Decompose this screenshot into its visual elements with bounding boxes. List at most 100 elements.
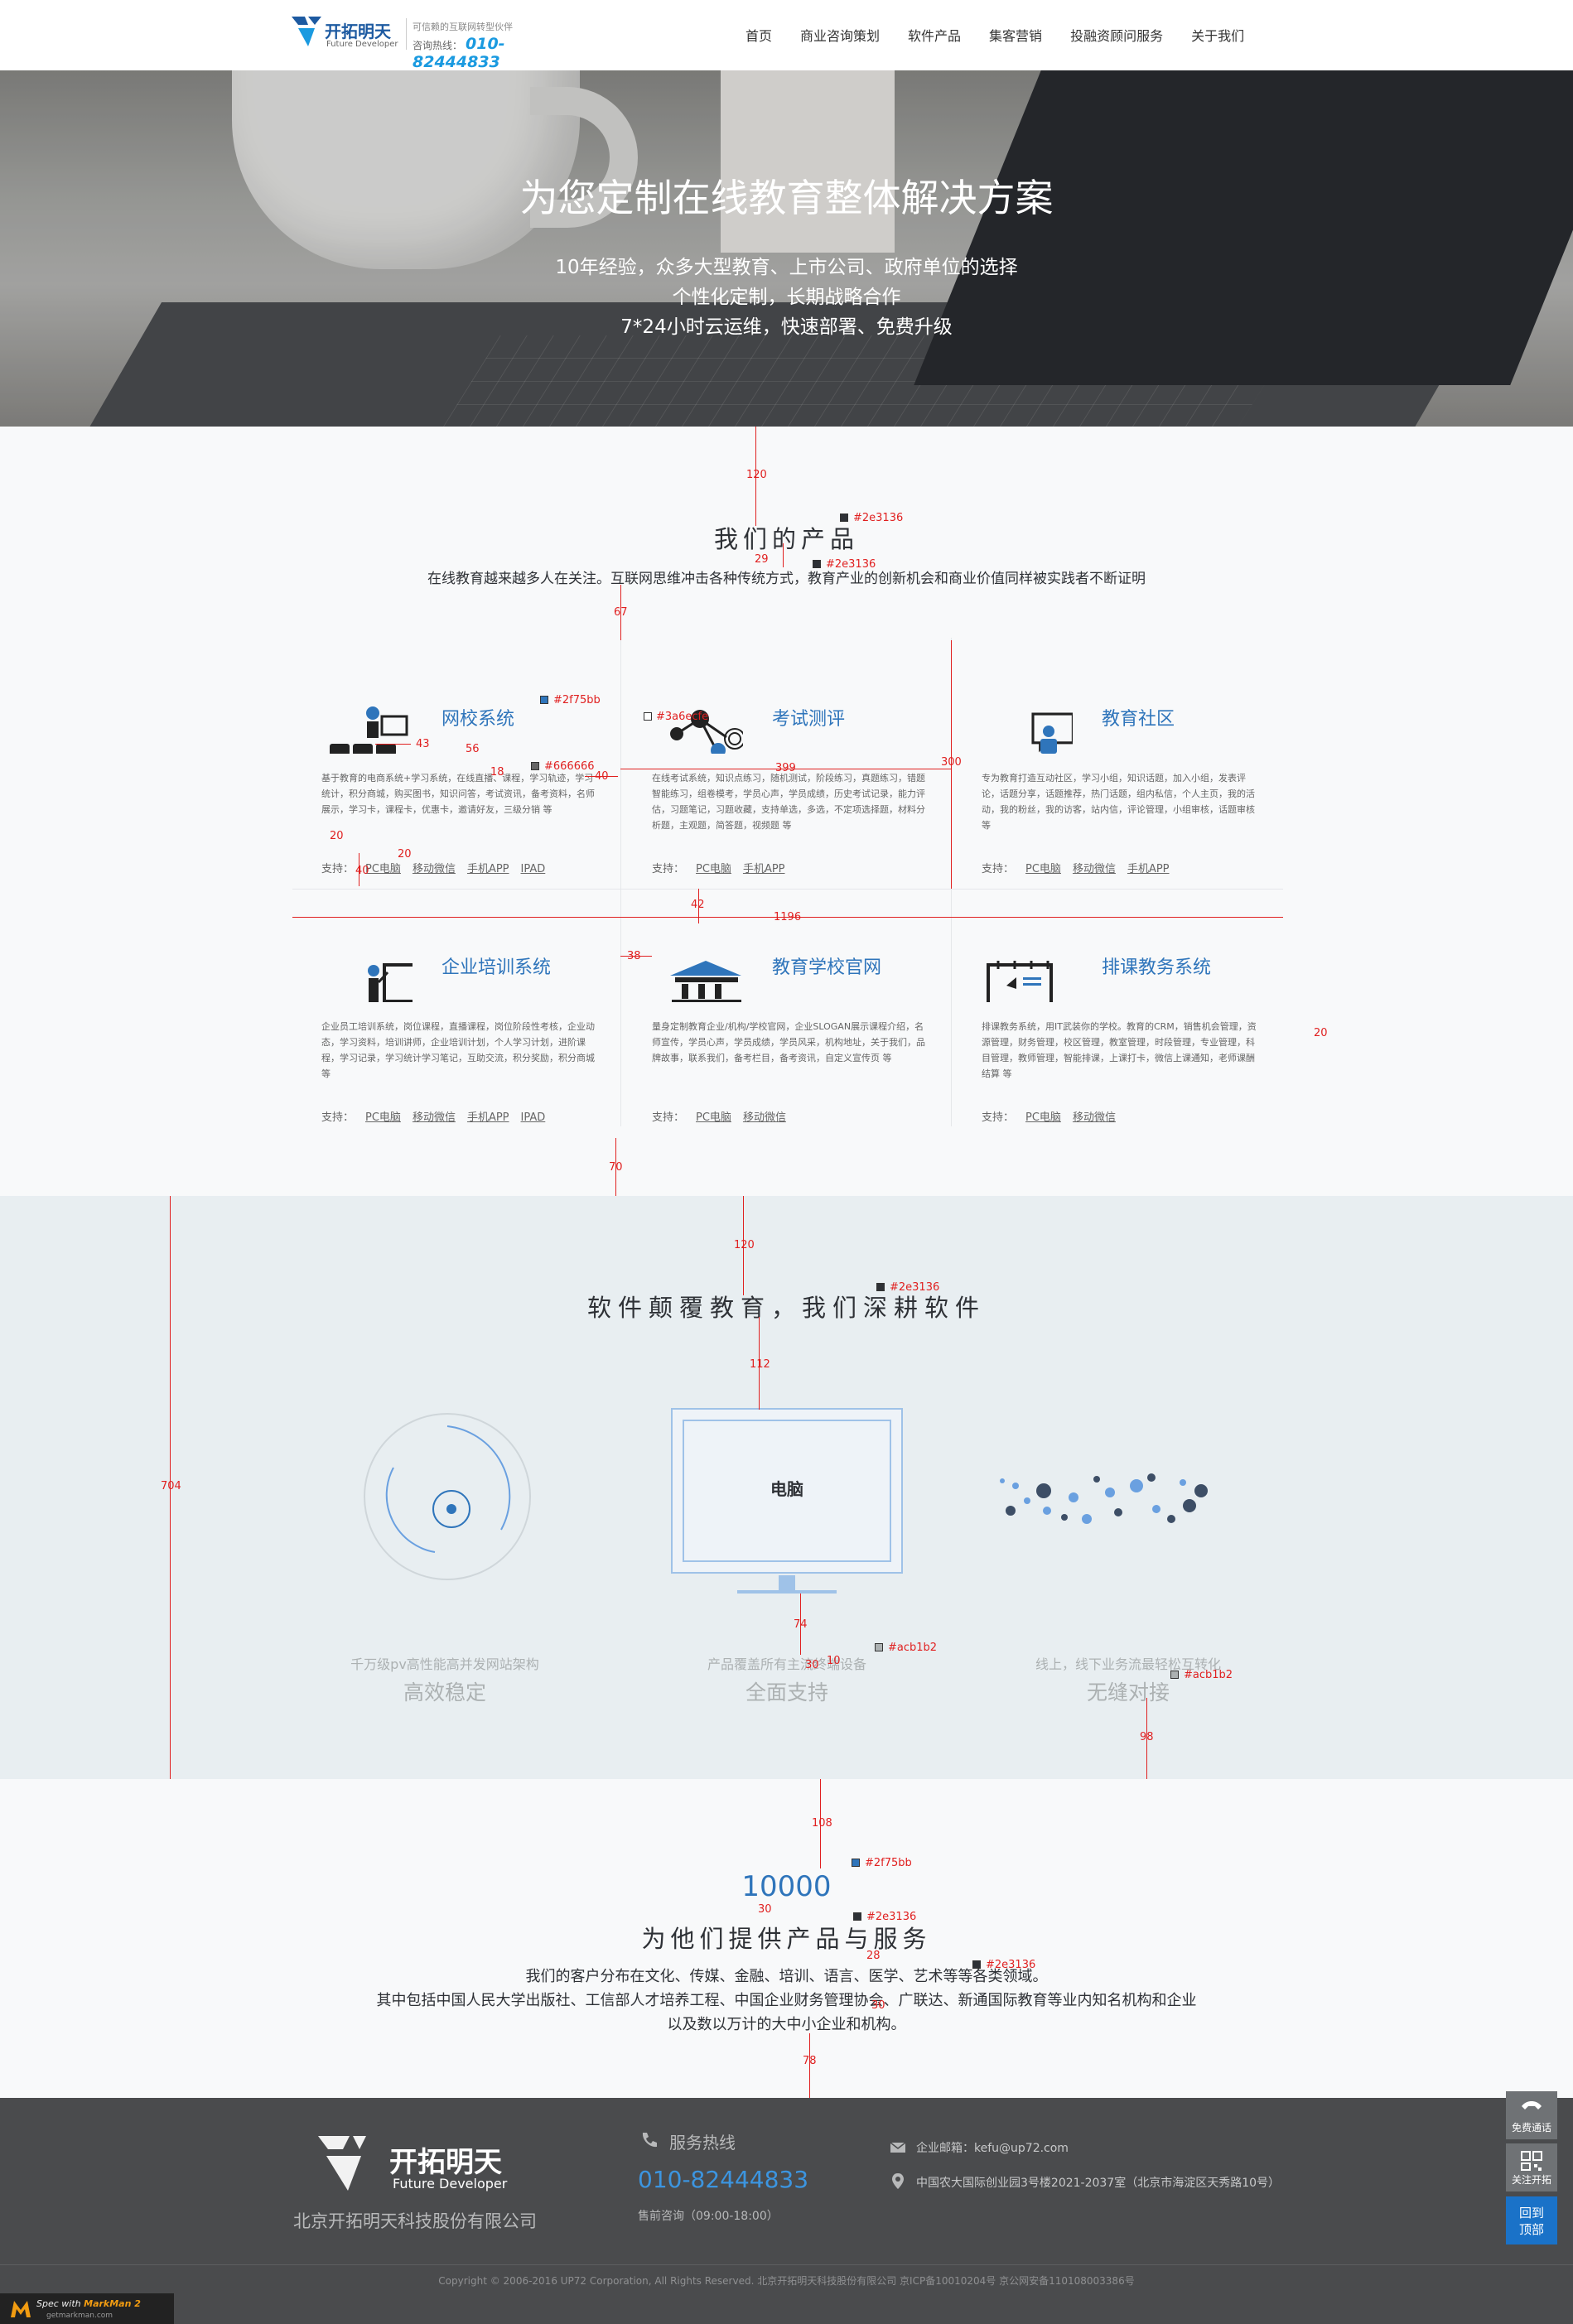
support-link[interactable]: IPAD: [521, 1111, 546, 1124]
monitor-label: 电脑: [770, 1479, 803, 1499]
markman-brand: MarkMan 2: [84, 2298, 141, 2309]
measure-label: 42: [691, 899, 705, 911]
support-link[interactable]: PC电脑: [1025, 1111, 1061, 1124]
nav-consulting[interactable]: 商业咨询策划: [800, 25, 880, 45]
nav-home[interactable]: 首页: [745, 25, 772, 45]
support-link[interactable]: 移动微信: [413, 1111, 456, 1124]
measure-label: 120: [734, 1239, 755, 1251]
measure-label: 29: [755, 553, 769, 566]
product-support: 支持： PC电脑 移动微信 手机APP: [982, 860, 1170, 875]
support-label: 支持：: [321, 863, 355, 875]
color-label: #666666: [544, 760, 595, 773]
footer-divider: [0, 2264, 1573, 2265]
follow-button[interactable]: 关注开拓: [1506, 2143, 1557, 2191]
banner-line-1: 10年经验，众多大型教育、上市公司、政府单位的选择: [555, 257, 1018, 278]
measure-label: 20: [1314, 1027, 1328, 1039]
product-name[interactable]: 企业培训系统: [442, 952, 551, 979]
color-swatch: [853, 1912, 861, 1921]
feature-title: 无缝对接: [1086, 1680, 1170, 1704]
measure-label: 18: [490, 766, 504, 779]
hotline-label: 咨询热线：: [413, 40, 463, 51]
measure-label: 67: [614, 606, 628, 619]
support-label: 支持：: [652, 863, 685, 875]
site-footer: 开拓明天 Future Developer 北京开拓明天科技股份有限公司 服务热…: [0, 2098, 1573, 2324]
measure-label: 10: [827, 1655, 841, 1667]
support-link[interactable]: 手机APP: [1127, 863, 1170, 875]
footer-company: 北京开拓明天科技股份有限公司: [293, 2211, 537, 2231]
support-link[interactable]: 手机APP: [467, 863, 509, 875]
qr-code-icon: [1521, 2151, 1542, 2171]
software-title: 软件颠覆教育，我们深耕软件: [586, 1294, 986, 1322]
footer-hotline[interactable]: 010-82444833: [638, 2166, 808, 2193]
color-label: #2f75bb: [865, 1857, 912, 1869]
footer-brand-en: Future Developer: [393, 2176, 508, 2191]
measure-label: 40: [595, 770, 609, 783]
measure-label: 112: [750, 1358, 770, 1371]
banner-line-2: 个性化定制，长期战略合作: [672, 287, 901, 308]
measure-label: 70: [609, 1161, 623, 1174]
product-name[interactable]: 排课教务系统: [1102, 952, 1211, 979]
support-link[interactable]: 移动微信: [1073, 1111, 1116, 1124]
product-card[interactable]: 排课教务系统 排课教务系统，用IT武装你的学校。教育的CRM，销售机会管理，资源…: [953, 886, 1284, 1126]
measure-label: 704: [161, 1480, 181, 1492]
site-logo[interactable]: 开拓明天 Future Developer 可信赖的互联网转型伙伴 咨询热线： 0…: [290, 13, 576, 71]
product-support: 支持： PC电脑 移动微信 手机APP IPAD: [321, 1108, 545, 1124]
product-card[interactable]: 考试测评 在线考试系统，知识点练习，随机测试，阶段练习，真题练习，错题智能练习，…: [623, 638, 954, 878]
support-label: 支持：: [982, 863, 1015, 875]
clients-title: 为他们提供产品与服务: [641, 1925, 932, 1953]
stability-graphic-icon: [364, 1413, 531, 1580]
support-link[interactable]: PC电脑: [696, 1111, 731, 1124]
nav-investment[interactable]: 投融资顾问服务: [1070, 25, 1163, 45]
support-link[interactable]: 移动微信: [743, 1111, 786, 1124]
support-link[interactable]: IPAD: [521, 863, 546, 875]
feature-sub-text: 千万级pv高性能高并发网站架构: [350, 1656, 539, 1672]
monitor-base: [737, 1590, 837, 1594]
site-header: 开拓明天 Future Developer 可信赖的互联网转型伙伴 咨询热线： 0…: [0, 0, 1573, 71]
logo-brand-en: Future Developer: [326, 40, 398, 49]
color-label: #3a6ecfe: [656, 711, 709, 723]
product-name[interactable]: 考试测评: [772, 704, 845, 730]
footer-address: 中国农大国际创业园3号楼2021-2037室（北京市海淀区天秀路10号）: [916, 2177, 1281, 2190]
color-swatch: [531, 762, 539, 770]
measure-label: 43: [416, 738, 430, 750]
markman-logo-icon: [11, 2301, 31, 2317]
color-label: #acb1b2: [888, 1642, 938, 1654]
color-swatch: [540, 696, 548, 704]
software-section: 软件颠覆教育，我们深耕软件 电脑 千万级pv高性能高并发网站架构 高效稳定 产品…: [0, 1196, 1573, 1779]
support-link[interactable]: PC电脑: [365, 863, 401, 875]
product-desc: 排课教务系统，用IT武装你的学校。教育的CRM，销售机会管理，资源管理，财务管理…: [982, 1021, 1257, 1079]
measure-label: 78: [803, 2055, 817, 2067]
product-name[interactable]: 网校系统: [442, 704, 514, 730]
footer-copyright: Copyright © 2006-2016 UP72 Corporation, …: [438, 2275, 1135, 2287]
phone-icon: [642, 2133, 657, 2148]
support-link[interactable]: PC电脑: [1025, 863, 1061, 875]
support-link[interactable]: 移动微信: [413, 863, 456, 875]
nav-software[interactable]: 软件产品: [908, 25, 961, 45]
support-link[interactable]: 手机APP: [467, 1111, 509, 1124]
measure-label: 74: [794, 1618, 808, 1631]
footer-hotline-label: 服务热线: [669, 2133, 736, 2153]
support-link[interactable]: PC电脑: [365, 1111, 401, 1124]
product-card[interactable]: 教育社区 专为教育打造互动社区，学习小组，知识话题，加入小组，发表评论，话题分享…: [953, 638, 1284, 878]
support-link[interactable]: PC电脑: [696, 863, 731, 875]
footer-brand: 开拓明天: [389, 2146, 502, 2179]
measure-line: [375, 744, 411, 745]
nav-marketing[interactable]: 集客营销: [989, 25, 1042, 45]
support-link[interactable]: 手机APP: [743, 863, 785, 875]
color-label: #2e3136: [853, 512, 904, 524]
color-swatch: [813, 560, 821, 568]
free-call-button[interactable]: 免费通话: [1506, 2091, 1557, 2139]
email-icon: [890, 2142, 906, 2153]
footer-email[interactable]: 企业邮箱：kefu@up72.com: [916, 2139, 1069, 2156]
color-label: #2e3136: [890, 1281, 940, 1294]
measure-label: 40: [355, 865, 369, 877]
product-name[interactable]: 教育社区: [1102, 704, 1175, 730]
product-name[interactable]: 教育学校官网: [772, 952, 881, 979]
phone-icon: [1522, 2101, 1542, 2109]
clients-line-1: 我们的客户分布在文化、传媒、金融、培训、语言、医学、艺术等等各类领域。: [525, 1968, 1048, 1985]
support-link[interactable]: 移动微信: [1073, 863, 1116, 875]
nav-about[interactable]: 关于我们: [1191, 25, 1244, 45]
product-card[interactable]: 企业培训系统 企业员工培训系统，岗位课程，直播课程，岗位阶段性考核，企业动态，学…: [292, 886, 624, 1126]
back-to-top-button[interactable]: 回到 顶部: [1506, 2196, 1557, 2244]
product-support: 支持： PC电脑 移动微信: [982, 1108, 1116, 1124]
